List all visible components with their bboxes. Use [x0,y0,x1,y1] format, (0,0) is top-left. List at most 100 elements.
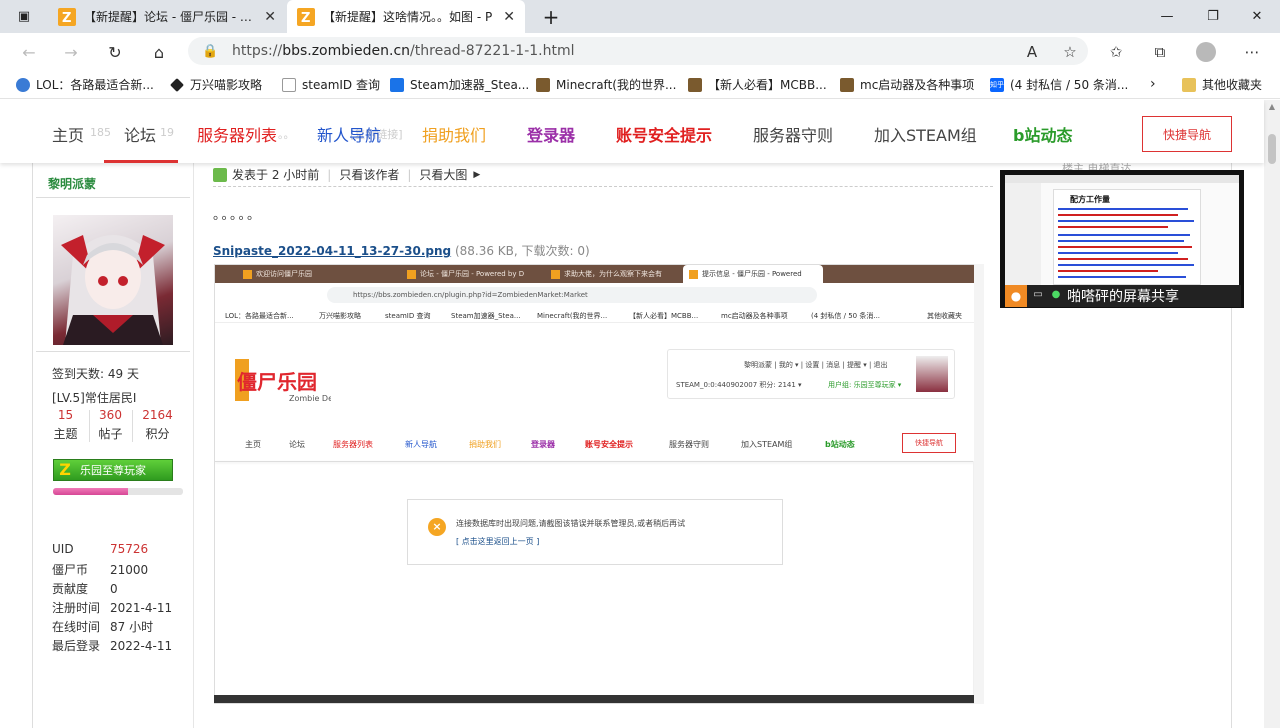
refresh-icon[interactable]: ↻ [102,39,128,65]
nav-newbie-guide[interactable]: 新人导航 [317,122,381,146]
bookmark-icon [390,77,404,92]
folder-icon [1182,77,1196,92]
forward-icon[interactable]: → [58,39,84,65]
stat-points[interactable]: 2164 积分 [136,408,179,442]
new-tab-button[interactable]: + [528,0,574,33]
tab-close-icon[interactable]: ✕ [503,9,515,25]
nav-bilibili[interactable]: b站动态 [1013,122,1072,146]
avatar[interactable] [53,215,173,345]
bookmark-wondershare[interactable]: 万兴喵影攻略 [170,76,262,93]
shot-tab: 论坛 - 僵尸乐园 - Powered by D [401,265,541,283]
address-toolbar: ← → ↻ ⌂ 🔒 https://bbs.zombieden.cn/threa… [0,33,1280,69]
info-value: 87 小时 [110,620,154,634]
shot-tab: 求助大佬，为什么观察下来会有 [545,265,681,283]
only-author-link[interactable]: 只看该作者 [339,166,399,183]
divider [132,410,133,442]
post-time: 发表于 2 小时前 [232,168,320,182]
big-image-link[interactable]: 只看大图 [419,166,467,183]
tab-title: 【新提醒】这啥情况。。如图 - P [323,10,493,24]
user-info-row: 僵尸币 21000 [52,561,148,578]
microphone-icon[interactable]: ● [1049,289,1063,303]
svg-text:Z: Z [301,11,310,26]
bookmark-lol[interactable]: LOL：各路最适合新... [16,76,154,93]
page-scrollbar[interactable]: ▲ [1264,100,1280,728]
svg-text:僵尸乐园: 僵尸乐园 [237,370,317,394]
error-icon: × [428,518,446,536]
bookmark-steamid[interactable]: steamID 查询 [282,76,380,93]
nav-join-steam[interactable]: 加入STEAM组 [874,122,977,146]
profile-avatar[interactable] [1192,39,1220,65]
tab-close-icon[interactable]: ✕ [264,9,276,25]
site-nav: 185 19 。。 [复制链接] 主页 论坛 服务器列表 新人导航 捐助我们 登… [0,100,1264,163]
zombieden-favicon-icon: Z [58,7,76,26]
add-favorite-icon[interactable]: ☆ [1056,39,1084,65]
user-info-row: UID 75726 [52,542,148,556]
minimize-icon[interactable]: — [1144,0,1190,33]
read-aloud-icon[interactable]: A [1018,39,1046,65]
info-key: 贡献度 [52,582,89,596]
lock-icon[interactable]: 🔒 [202,44,224,59]
level-progress-bar [53,488,183,495]
nav-server-rules[interactable]: 服务器守则 [753,122,833,146]
user-info-row: 注册时间 2021-4-11 [52,599,172,616]
info-key: 最后登录 [52,639,101,653]
tab-thread[interactable]: Z 【新提醒】这啥情况。。如图 - P ✕ [287,0,525,33]
author-name[interactable]: 黎明派蒙 [48,175,96,192]
bookmark-steam-accel[interactable]: Steam加速器_Stea... [390,76,529,93]
info-value: 21000 [110,563,149,577]
more-menu-icon[interactable]: ⋯ [1238,39,1266,65]
active-nav-indicator [104,160,178,163]
bookmark-minecraft[interactable]: Minecraft(我的世界... [536,76,676,93]
favorites-icon[interactable]: ✩ [1102,39,1130,65]
image-scrollbar [974,264,984,704]
attachment-screenshot-image[interactable]: 欢迎访问僵尸乐园 论坛 - 僵尸乐园 - Powered by D 求助大佬，为… [214,264,984,704]
home-icon[interactable]: ⌂ [146,39,172,65]
badge-logo-icon: Z [59,460,71,479]
nav-home[interactable]: 主页 [52,122,84,146]
nav-server-list[interactable]: 服务器列表 [197,122,277,146]
restore-icon[interactable]: ❐ [1190,0,1236,33]
shot-tab: 欢迎访问僵尸乐园 [237,265,397,283]
stat-threads[interactable]: 15 主题 [44,408,87,442]
faded-breadcrumb: 19 [160,126,174,139]
attachment-link[interactable]: Snipaste_2022-04-11_13-27-30.png [213,244,451,258]
bookmark-mc-launcher[interactable]: mc启动器及各种事项 [840,76,974,93]
user-level: [LV.5]常住居民I [52,391,137,405]
nav-donate[interactable]: 捐助我们 [422,122,486,146]
tab-actions-icon[interactable]: ▣ [0,0,48,33]
faded-breadcrumb: 。。 [278,128,295,141]
shared-document: 配方工作量 [1053,189,1201,285]
tab-title: 【新提醒】论坛 - 僵尸乐园 - Pow [84,10,257,24]
shot-tab: 提示信息 - 僵尸乐园 - Powered [683,265,823,283]
scroll-up-icon[interactable]: ▲ [1264,100,1280,114]
other-bookmarks-folder[interactable]: 其他收藏夹 [1182,76,1262,93]
bookmarks-bar: LOL：各路最适合新... 万兴喵影攻略 steamID 查询 Steam加速器… [0,69,1280,99]
divider [36,197,190,198]
person-icon: ● [1005,285,1027,307]
content-border [32,163,33,728]
shot-addressbar: https://bbs.zombieden.cn/plugin.php?id=Z… [215,283,983,307]
screen-icon[interactable]: ▭ [1031,289,1045,303]
shot-titlebar: 欢迎访问僵尸乐园 论坛 - 僵尸乐园 - Powered by D 求助大佬，为… [215,265,983,283]
bookmarks-more-icon[interactable]: › [1150,76,1156,92]
url-bar[interactable]: 🔒 https://bbs.zombieden.cn/thread-87221-… [188,37,1088,65]
nav-account-security[interactable]: 账号安全提示 [616,122,712,146]
svg-text:Zombie Den: Zombie Den [289,394,331,403]
quick-nav-button[interactable]: 快捷导航 [1142,116,1232,152]
faded-breadcrumb: 185 [90,126,111,139]
bookmark-mcbbs[interactable]: 【新人必看】MCBB... [688,76,827,93]
close-window-icon[interactable]: ✕ [1234,0,1280,33]
bookmark-zhihu[interactable]: 知乎 (4 封私信 / 50 条消... [990,76,1128,93]
browser-titlebar: ▣ Z 【新提醒】论坛 - 僵尸乐园 - Pow ✕ Z 【新提醒】这啥情况。。… [0,0,1280,33]
tab-forum[interactable]: Z 【新提醒】论坛 - 僵尸乐园 - Pow ✕ [48,0,286,33]
nav-forum[interactable]: 论坛 [124,122,156,146]
collections-icon[interactable]: ⧉ [1146,39,1174,65]
nav-launcher[interactable]: 登录器 [527,122,575,146]
shot-url: https://bbs.zombieden.cn/plugin.php?id=Z… [327,287,817,303]
stat-posts[interactable]: 360 帖子 [89,408,132,442]
back-icon[interactable]: ← [16,39,42,65]
screen-share-window[interactable]: 配方工作量 ● ▭ ● 啪嗒砰的屏幕共享 [1000,170,1244,308]
info-value[interactable]: 75726 [110,542,148,556]
online-user-icon [213,167,227,182]
scrollbar-thumb[interactable] [1268,134,1276,164]
